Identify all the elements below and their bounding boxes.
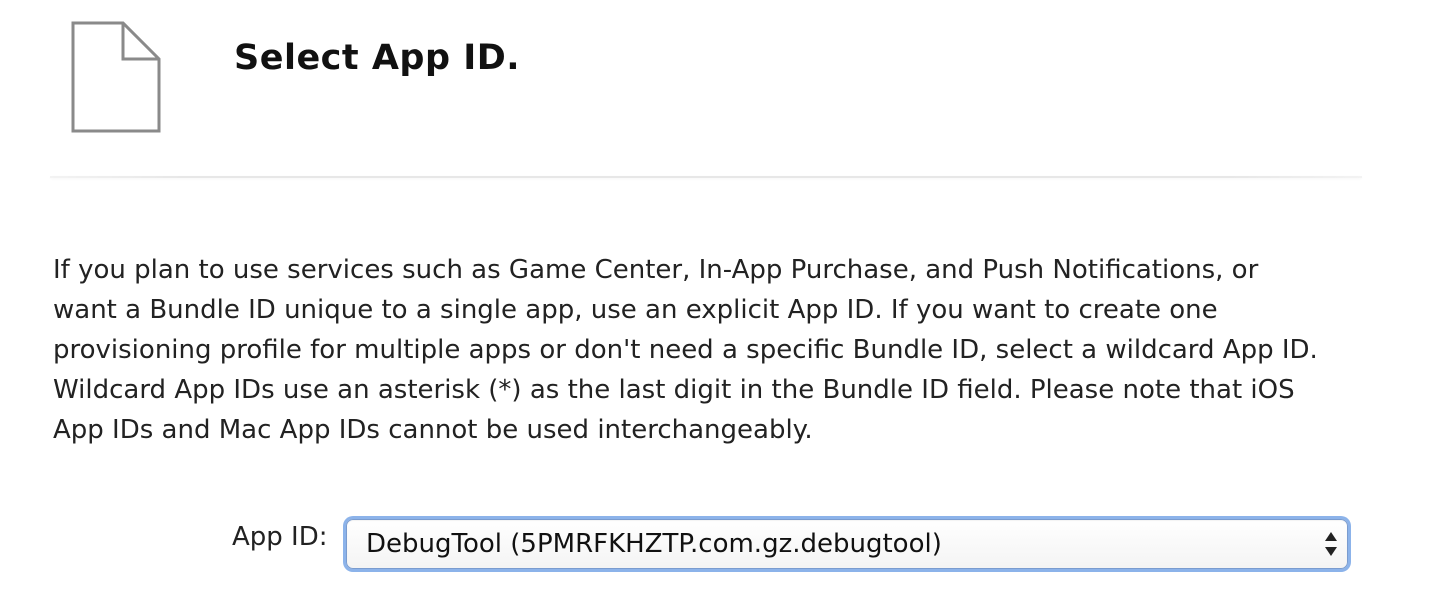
description-text: If you plan to use services such as Game… xyxy=(53,255,1318,445)
page-title: Select App ID. xyxy=(234,38,521,78)
header-divider xyxy=(50,176,1362,178)
page: Select App ID. If you plan to use servic… xyxy=(0,0,1436,614)
up-down-arrows-icon xyxy=(1325,532,1337,556)
app-id-selected-value: DebugTool (5PMRFKHZTP.com.gz.debugtool) xyxy=(366,529,942,559)
app-id-select[interactable]: DebugTool (5PMRFKHZTP.com.gz.debugtool) xyxy=(346,519,1348,569)
app-id-label: App ID: xyxy=(232,522,328,552)
document-icon xyxy=(71,21,161,133)
